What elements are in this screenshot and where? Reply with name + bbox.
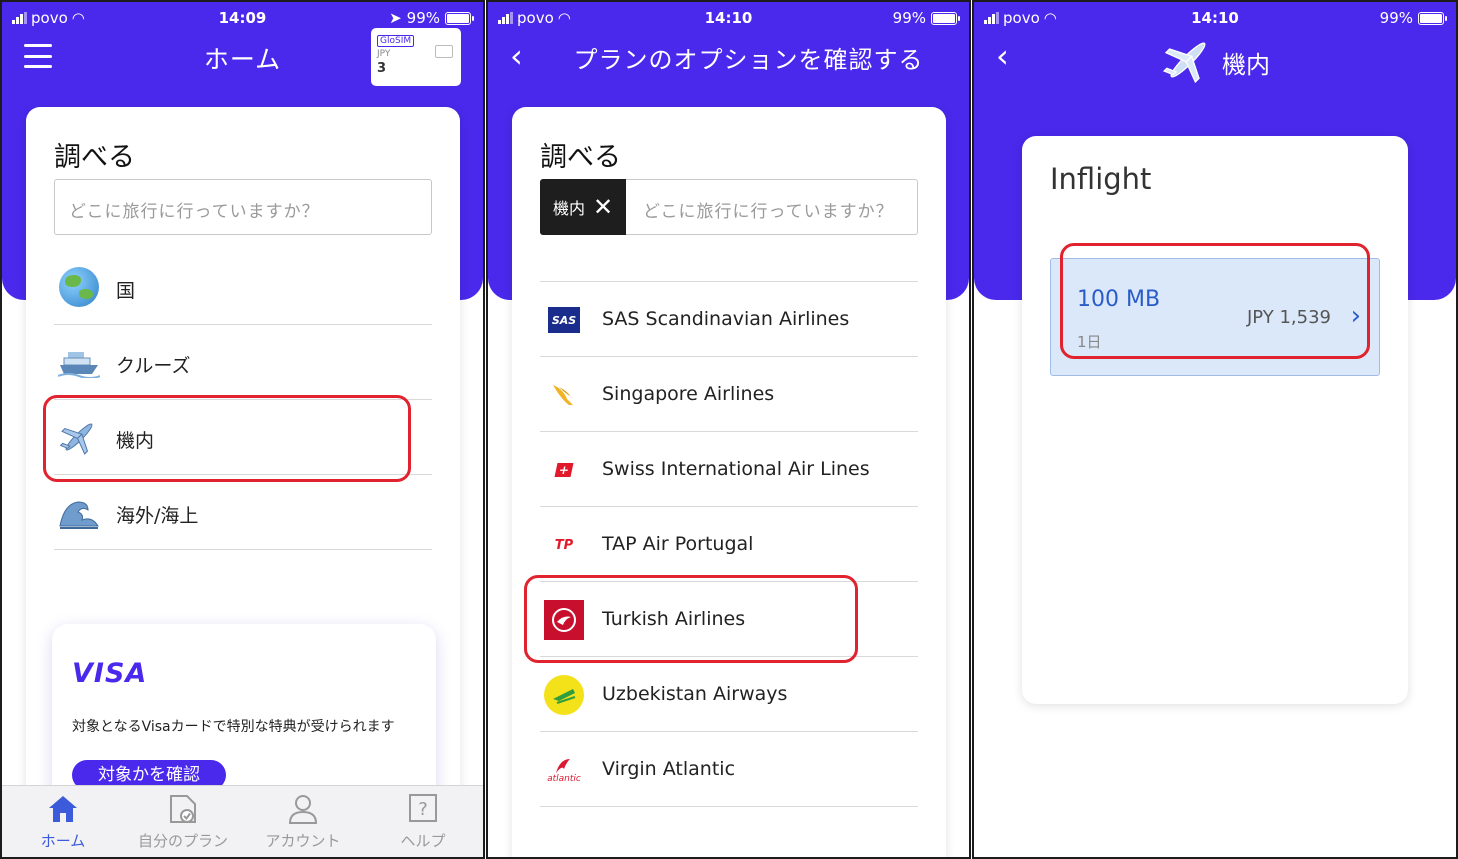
sim-plan-icon <box>128 792 238 826</box>
status-bar: povo ◠ 14:10 99% <box>974 2 1456 34</box>
home-icon <box>8 792 118 826</box>
phone-screen-home: povo ◠ 14:09 ➤ 99% ホーム GloSIM JPY 3 調べる … <box>0 0 485 859</box>
airline-name: Virgin Atlantic <box>602 758 736 780</box>
card-title: Inflight <box>1050 162 1152 196</box>
category-item-cruise[interactable]: クルーズ <box>54 325 432 400</box>
plan-price: JPY 1,539 <box>1246 307 1331 328</box>
tab-my-plan[interactable]: 自分のプラン <box>128 792 238 851</box>
search-heading: 調べる <box>540 142 621 173</box>
category-label: 海外/海上 <box>116 505 199 527</box>
plan-data-amount: 100 MB <box>1077 287 1161 312</box>
account-icon <box>248 792 358 826</box>
airline-item-sas[interactable]: SAS SAS Scandinavian Airlines <box>540 282 918 357</box>
help-icon: ? <box>368 792 478 826</box>
battery-icon <box>1418 11 1447 25</box>
sim-card-widget[interactable]: GloSIM JPY 3 <box>371 28 461 86</box>
sas-logo-icon: SAS <box>544 300 584 340</box>
search-placeholder: どこに旅行に行っていますか？ <box>69 202 320 222</box>
filter-chip-label: 機内 <box>552 199 585 218</box>
svg-text:?: ? <box>418 799 428 820</box>
airplane-icon <box>58 416 100 458</box>
plan-duration: 1日 <box>1077 333 1102 351</box>
uzbekistan-airways-logo-icon <box>544 675 584 715</box>
tab-account[interactable]: アカウント <box>248 792 358 851</box>
airline-item-singapore[interactable]: Singapore Airlines <box>540 357 918 432</box>
back-chevron-icon[interactable]: ‹ <box>510 40 523 72</box>
phone-screen-plan-options: povo ◠ 14:10 99% ‹ プランのオプションを確認する 調べる どこ… <box>486 0 971 859</box>
search-card: 調べる どこに旅行に行っていますか？ 機内 ✕ SAS SAS Scandina… <box>512 107 946 857</box>
airline-item-turkish[interactable]: Turkish Airlines <box>540 582 918 657</box>
airline-name: SAS Scandinavian Airlines <box>602 308 850 330</box>
tab-label: ヘルプ <box>400 832 446 850</box>
page-title: プランのオプションを確認する <box>573 46 924 74</box>
tab-label: 自分のプラン <box>137 832 228 850</box>
battery-percent: 99% <box>892 9 926 27</box>
globe-icon <box>58 266 100 308</box>
airline-item-uzbekistan[interactable]: Uzbekistan Airways <box>540 657 918 732</box>
plan-option-100mb[interactable]: 100 MB 1日 JPY 1,539 › <box>1050 258 1380 376</box>
airline-list: SAS SAS Scandinavian Airlines Singapore … <box>540 235 918 857</box>
virgin-atlantic-logo-icon: atlantic <box>544 750 584 790</box>
filter-chip-inflight[interactable]: 機内 ✕ <box>540 179 626 235</box>
sim-number: 3 <box>377 61 387 76</box>
singapore-bird-logo-icon <box>544 375 584 415</box>
swiss-logo-icon: + <box>544 450 584 490</box>
sim-brand: GloSIM <box>377 35 415 47</box>
category-label: クルーズ <box>116 355 191 377</box>
category-item-country[interactable]: 国 <box>54 250 432 325</box>
tab-home[interactable]: ホーム <box>8 792 118 851</box>
cruise-ship-icon <box>58 341 100 383</box>
category-label: 国 <box>116 280 136 302</box>
category-item-inflight[interactable]: 機内 <box>54 400 432 475</box>
airline-name: TAP Air Portugal <box>602 533 754 555</box>
airline-name: Singapore Airlines <box>602 383 775 405</box>
visa-description: 対象となるVisaカードで特別な特典が受けられます <box>72 719 395 735</box>
airline-name: Swiss International Air Lines <box>602 458 870 480</box>
wave-icon <box>58 491 100 533</box>
tab-label: ホーム <box>40 832 86 850</box>
search-input[interactable]: どこに旅行に行っていますか？ <box>54 179 432 235</box>
airplane-icon <box>1160 34 1216 90</box>
battery-icon <box>931 11 960 25</box>
airline-item-tap[interactable]: TP TAP Air Portugal <box>540 507 918 582</box>
list-item-partial <box>540 235 918 282</box>
phone-screen-inflight: povo ◠ 14:10 99% ‹ 機内 Inflight 100 MB 1日… <box>972 0 1458 859</box>
nav-bar: ‹ 機内 <box>974 34 1456 84</box>
battery-percent: 99% <box>1379 9 1413 27</box>
category-label: 機内 <box>116 430 155 452</box>
airline-item-virgin[interactable]: atlantic Virgin Atlantic <box>540 732 918 807</box>
sim-chip-icon <box>435 45 453 58</box>
location-icon: ➤ <box>389 9 402 27</box>
close-icon[interactable]: ✕ <box>593 195 613 219</box>
inflight-card: Inflight 100 MB 1日 JPY 1,539 › <box>1022 136 1408 704</box>
battery-percent: 99% <box>406 9 440 27</box>
airline-name: Uzbekistan Airways <box>602 683 788 705</box>
tab-label: アカウント <box>265 832 341 850</box>
tap-logo-icon: TP <box>554 537 574 553</box>
page-title: 機内 <box>1222 50 1270 79</box>
search-heading: 調べる <box>54 142 135 173</box>
visa-logo: VISA <box>72 658 148 689</box>
status-bar: povo ◠ 14:10 99% <box>488 2 969 34</box>
category-item-maritime[interactable]: 海外/海上 <box>54 475 432 550</box>
tab-bar: ホーム 自分のプラン アカウント ? ヘルプ <box>2 785 483 857</box>
visa-promo-card: VISA 対象となるVisaカードで特別な特典が受けられます 対象かを確認 <box>52 624 436 809</box>
battery-icon <box>445 11 474 25</box>
chevron-right-icon: › <box>1350 301 1361 331</box>
tab-help[interactable]: ? ヘルプ <box>368 792 478 851</box>
airline-name: Turkish Airlines <box>602 608 746 630</box>
turkish-airlines-logo-icon <box>544 600 584 640</box>
search-placeholder: どこに旅行に行っていますか？ <box>643 202 894 222</box>
nav-bar: ‹ プランのオプションを確認する <box>488 34 969 84</box>
airline-item-swiss[interactable]: + Swiss International Air Lines <box>540 432 918 507</box>
